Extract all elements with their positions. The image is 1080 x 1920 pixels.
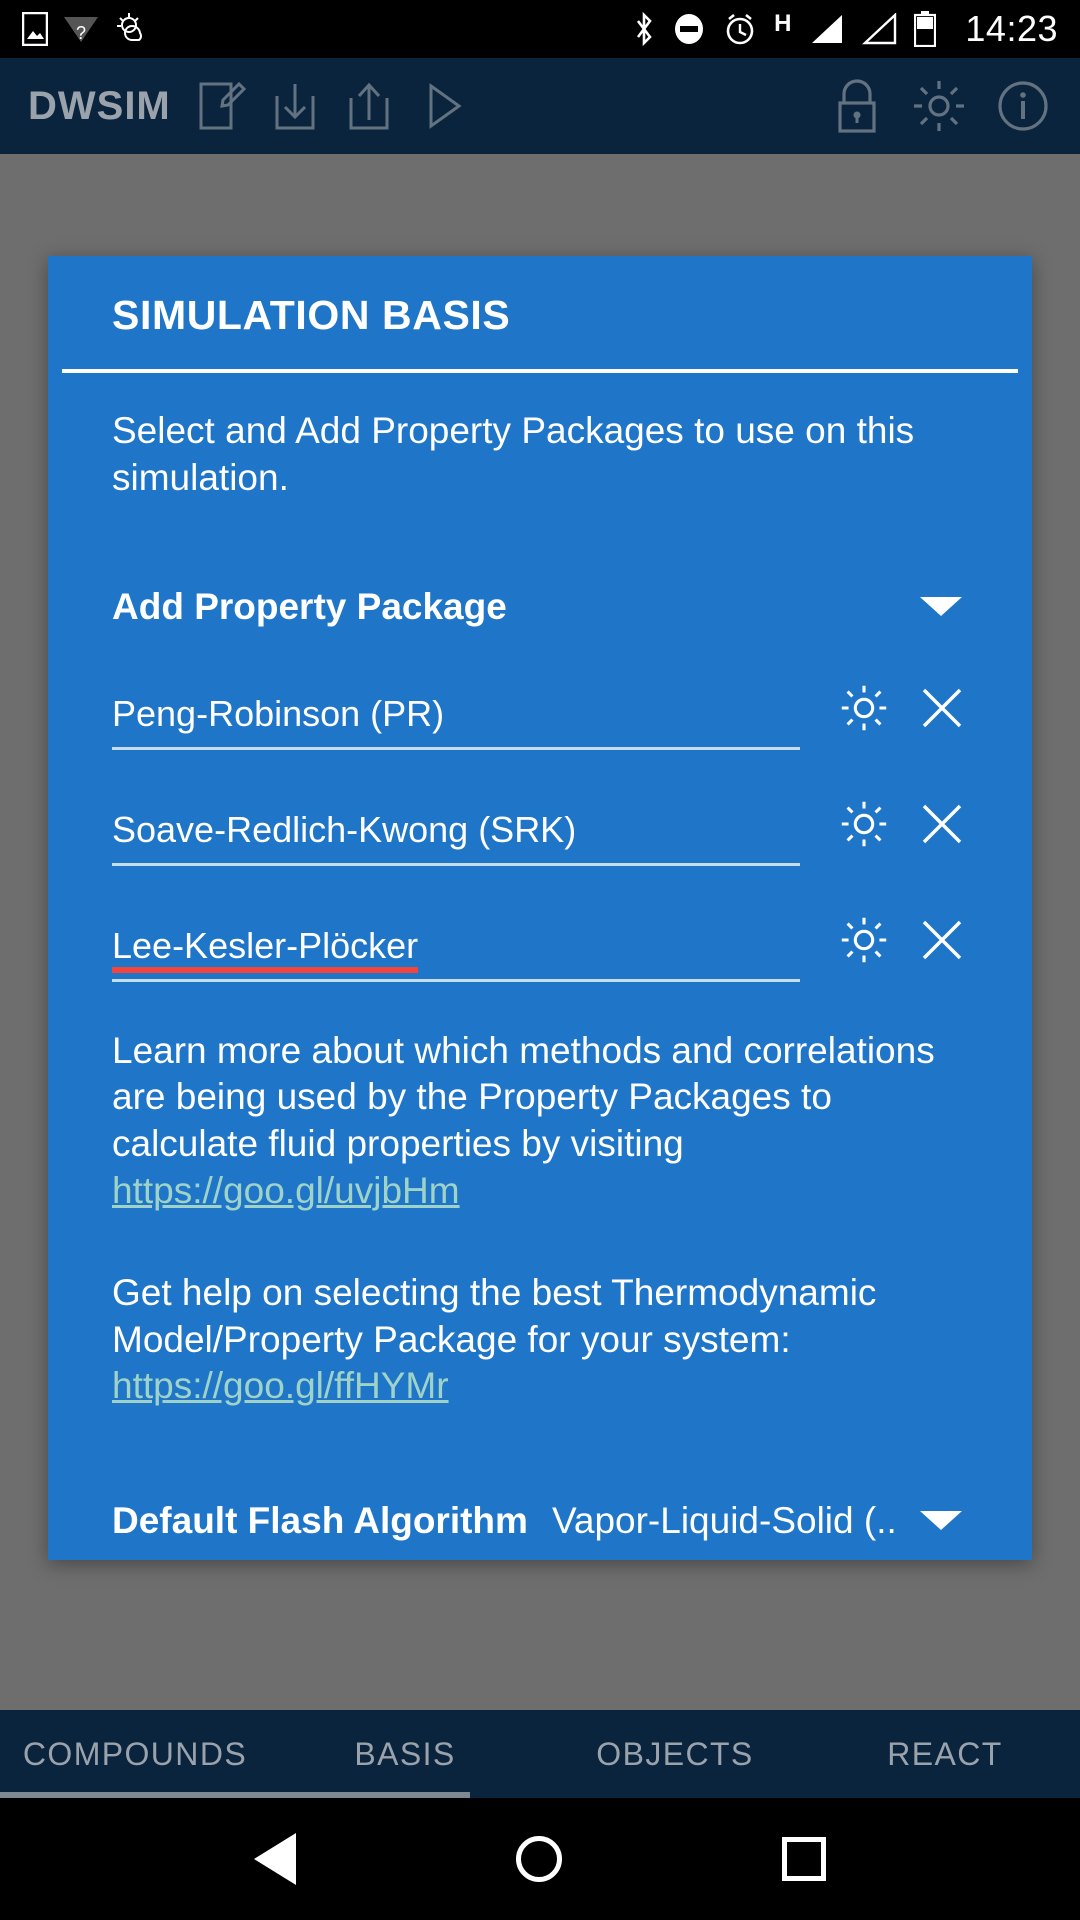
package-row-actions (836, 912, 968, 982)
info-icon[interactable] (994, 77, 1052, 135)
info-paragraph-1-text: Learn more about which methods and corre… (112, 1029, 935, 1164)
package-name-field[interactable]: Soave-Redlich-Kwong (SRK) (112, 809, 800, 866)
android-navigation-bar (0, 1798, 1080, 1920)
card-title: SIMULATION BASIS (112, 292, 511, 338)
model-selection-help-link[interactable]: https://goo.gl/ffHYMr (112, 1365, 449, 1406)
package-name-field[interactable]: Peng-Robinson (PR) (112, 693, 800, 750)
list-item: Lee-Kesler-Plöcker (112, 912, 968, 982)
android-status-bar: ? H 14:23 (0, 0, 1080, 58)
info-paragraph-2-text: Get help on selecting the best Thermodyn… (112, 1272, 877, 1360)
package-row-actions (836, 680, 968, 750)
svg-text:?: ? (76, 23, 86, 43)
package-name: Peng-Robinson (PR) (112, 692, 445, 734)
share-icon[interactable] (341, 78, 397, 134)
image-icon (22, 12, 48, 46)
phone-screen: ? H 14:23 DWSIM SIMULATION BASIS Select … (0, 0, 1080, 1920)
status-bar-right-icons: H 14:23 (633, 11, 1058, 47)
lock-icon[interactable] (830, 77, 884, 135)
package-name-field[interactable]: Lee-Kesler-Plöcker (112, 925, 800, 982)
tab-compounds[interactable]: COMPOUNDS (0, 1736, 270, 1773)
chevron-down-icon (920, 597, 962, 617)
chevron-down-icon (920, 1511, 962, 1531)
battery-icon (914, 11, 937, 47)
settings-gear-icon[interactable] (910, 77, 968, 135)
info-paragraph-1: Learn more about which methods and corre… (112, 1028, 968, 1214)
home-circle-icon[interactable] (516, 1836, 562, 1882)
alarm-icon (726, 13, 754, 45)
status-bar-left-icons: ? (22, 12, 154, 46)
bottom-tab-bar: COMPOUNDS BASIS OBJECTS REACT (0, 1710, 1080, 1798)
wifi-question-icon: ? (64, 17, 98, 43)
add-property-package-dropdown[interactable]: Add Property Package (112, 586, 968, 628)
tab-selected-indicator (0, 1792, 470, 1798)
settings-gear-icon[interactable] (836, 680, 892, 736)
app-title: DWSIM (28, 83, 171, 128)
run-icon[interactable] (415, 78, 471, 134)
weather-icon (117, 13, 142, 41)
add-property-package-label: Add Property Package (112, 585, 507, 627)
signal-bar-empty-icon (862, 13, 897, 45)
tab-react[interactable]: REACT (810, 1736, 1080, 1773)
simulation-basis-card: SIMULATION BASIS Select and Add Property… (48, 256, 1032, 1560)
settings-gear-icon[interactable] (836, 796, 892, 852)
bluetooth-icon (637, 12, 652, 46)
package-row-actions (836, 796, 968, 866)
list-item: Peng-Robinson (PR) (112, 680, 968, 750)
app-bar: DWSIM (0, 58, 1080, 154)
package-name: Soave-Redlich-Kwong (SRK) (112, 808, 577, 850)
signal-bar-icon (812, 15, 843, 43)
property-package-list: Peng-Robinson (PR) Soave-Redlich-Kwong (… (112, 680, 968, 982)
default-flash-algorithm-label: Default Flash Algorithm (112, 1499, 528, 1541)
card-description: Select and Add Property Packages to use … (112, 410, 915, 499)
status-bar-clock: 14:23 (965, 8, 1058, 49)
default-flash-algorithm-dropdown[interactable]: Default Flash Algorithm Vapor-Liquid-Sol… (112, 1500, 968, 1542)
list-item: Soave-Redlich-Kwong (SRK) (112, 796, 968, 866)
close-x-icon[interactable] (916, 798, 968, 850)
do-not-disturb-icon (675, 14, 704, 44)
recents-square-icon[interactable] (782, 1837, 826, 1881)
default-flash-algorithm-value: Vapor-Liquid-Solid (.. (551, 1499, 897, 1541)
package-name: Lee-Kesler-Plöcker (112, 925, 419, 979)
info-paragraph-2: Get help on selecting the best Thermodyn… (112, 1270, 968, 1410)
tab-basis[interactable]: BASIS (270, 1736, 540, 1773)
back-triangle-icon[interactable] (254, 1833, 296, 1885)
save-icon[interactable] (267, 78, 323, 134)
new-document-icon[interactable] (193, 78, 249, 134)
field-underline (112, 746, 800, 750)
close-x-icon[interactable] (916, 914, 968, 966)
close-x-icon[interactable] (916, 682, 968, 734)
methods-help-link[interactable]: https://goo.gl/uvjbHm (112, 1170, 460, 1211)
field-underline (112, 862, 800, 866)
network-type-label: H (774, 10, 792, 37)
card-body: Select and Add Property Packages to use … (48, 373, 1032, 1542)
tab-objects[interactable]: OBJECTS (540, 1736, 810, 1773)
field-underline (112, 978, 800, 982)
settings-gear-icon[interactable] (836, 912, 892, 968)
app-bar-right-actions (830, 77, 1052, 135)
